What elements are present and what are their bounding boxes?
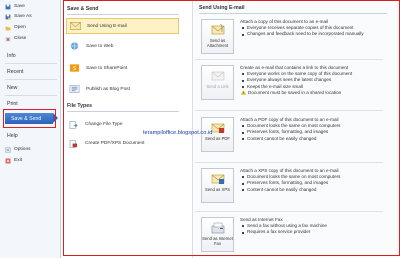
option-change-file-type[interactable]: Change File Type xyxy=(66,119,179,130)
card-bullet: Content cannot be easily changed xyxy=(240,187,385,193)
link-icon xyxy=(211,71,224,81)
option-send-email[interactable]: Send Using E-mail xyxy=(66,18,179,34)
option-publish-blog-label: Publish as Blog Post xyxy=(86,86,130,92)
attachment-icon xyxy=(211,24,224,35)
pdf-attachment-icon xyxy=(211,123,224,133)
option-save-to-web-label: Save to Web xyxy=(86,43,114,49)
nav-highlight-box xyxy=(3,109,56,128)
exit-icon xyxy=(5,158,11,163)
backstage-nav: Save Save As Open Close Info Recent New … xyxy=(0,0,61,258)
xps-attachment-icon xyxy=(211,174,224,184)
nav-open-label: Open xyxy=(14,25,26,30)
option-save-to-sharepoint[interactable]: S Save to SharePoint xyxy=(66,60,179,76)
nav-divider xyxy=(5,63,57,64)
nav-info[interactable]: Info xyxy=(7,53,16,59)
send-as-attachment-label: Send as Attachment xyxy=(206,38,229,48)
nav-new[interactable]: New xyxy=(7,85,17,91)
fax-icon xyxy=(211,222,224,234)
nav-print[interactable]: Print xyxy=(7,101,18,107)
card-divider xyxy=(195,59,383,60)
close-icon xyxy=(5,36,11,41)
send-as-xps-label: Send as XPS xyxy=(205,187,230,192)
sharepoint-icon: S xyxy=(69,64,80,72)
card-bullet: Requires a fax service provider xyxy=(240,229,385,235)
nav-recent[interactable]: Recent xyxy=(7,69,23,75)
web-icon xyxy=(70,42,79,50)
option-create-pdf-xps-label: Create PDF/XPS Document xyxy=(85,141,145,146)
send-as-internet-fax-label: Send as Internet Fax xyxy=(202,236,233,246)
send-as-pdf-label: Send as PDF xyxy=(205,136,230,141)
card-description: Send as Internet Fax Send a fax without … xyxy=(240,217,385,236)
send-as-attachment-button[interactable]: Send as Attachment xyxy=(201,19,234,54)
card-description: Attach a copy of this document to an e-m… xyxy=(240,19,385,38)
save-icon xyxy=(5,4,11,9)
card-send-as-xps: Send as XPS Attach a XPS copy of this do… xyxy=(197,166,387,206)
file-type-icon xyxy=(69,120,78,129)
section-divider xyxy=(67,111,179,112)
warning-icon xyxy=(241,90,246,96)
section-divider xyxy=(67,14,179,15)
svg-text:S: S xyxy=(73,66,77,72)
option-publish-blog[interactable]: Publish as Blog Post xyxy=(66,81,179,97)
nav-close-label: Close xyxy=(14,36,27,41)
card-description: Create an e-mail that contains a link to… xyxy=(240,65,385,96)
nav-save-as-label: Save As xyxy=(14,14,32,19)
nav-close[interactable]: Close xyxy=(0,34,60,43)
save-send-title: Save & Send xyxy=(67,6,99,12)
file-types-title: File Types xyxy=(67,103,92,109)
card-send-as-pdf: Send as PDF Attach a PDF copy of this do… xyxy=(197,115,387,155)
option-create-pdf-xps[interactable]: Create PDF/XPS Document xyxy=(66,138,179,149)
send-a-link-button[interactable]: Send a Link xyxy=(201,65,234,100)
send-email-pane: Send Using E-mail Send as Attachment Att… xyxy=(192,0,400,258)
save-as-icon xyxy=(5,14,11,19)
card-divider xyxy=(195,162,383,163)
card-description: Attach a XPS copy of this document to an… xyxy=(240,168,385,193)
nav-options-label: Options xyxy=(14,147,31,152)
nav-open[interactable]: Open xyxy=(0,23,60,32)
options-icon xyxy=(5,146,11,153)
nav-divider xyxy=(5,79,57,80)
send-as-internet-fax-button[interactable]: Send as Internet Fax xyxy=(201,217,234,252)
card-send-a-link: Send a Link Create an e-mail that contai… xyxy=(197,63,387,103)
save-send-options: Save & Send Send Using E-mail Save to We… xyxy=(62,0,192,258)
pane-title: Send Using E-mail xyxy=(199,5,245,11)
nav-save[interactable]: Save xyxy=(0,2,60,11)
card-warning: Document must be saved in a shared locat… xyxy=(240,90,385,96)
card-divider xyxy=(195,110,383,111)
pdf-icon xyxy=(69,139,78,148)
nav-options[interactable]: Options xyxy=(0,145,60,154)
blog-icon xyxy=(69,85,80,93)
nav-save-as[interactable]: Save As xyxy=(0,12,60,21)
card-send-as-attachment: Send as Attachment Attach a copy of this… xyxy=(197,17,387,57)
card-send-as-fax: Send as Internet Fax Send as Internet Fa… xyxy=(197,215,387,255)
option-save-to-sharepoint-label: Save to SharePoint xyxy=(86,65,128,71)
nav-help[interactable]: Help xyxy=(7,133,18,139)
nav-exit-label: Exit xyxy=(14,158,22,163)
card-divider xyxy=(195,211,383,212)
option-send-email-label: Send Using E-mail xyxy=(87,23,127,29)
card-bullet: Content cannot be easily changed xyxy=(240,136,385,142)
option-change-file-type-label: Change File Type xyxy=(85,122,123,127)
nav-divider xyxy=(5,95,57,96)
card-description: Attach a PDF copy of this document to an… xyxy=(240,117,385,142)
card-bullet: Changes and feedback need to be incorpor… xyxy=(240,31,385,37)
email-icon xyxy=(70,22,81,30)
nav-save-label: Save xyxy=(14,4,25,9)
pane-divider xyxy=(199,13,387,14)
watermark: terampiloffice.blogspot.co.id xyxy=(143,130,213,136)
open-icon xyxy=(5,26,11,30)
send-as-xps-button[interactable]: Send as XPS xyxy=(201,168,234,203)
nav-exit[interactable]: Exit xyxy=(0,156,60,165)
option-save-to-web[interactable]: Save to Web xyxy=(66,38,179,54)
send-a-link-label: Send a Link xyxy=(206,84,229,89)
